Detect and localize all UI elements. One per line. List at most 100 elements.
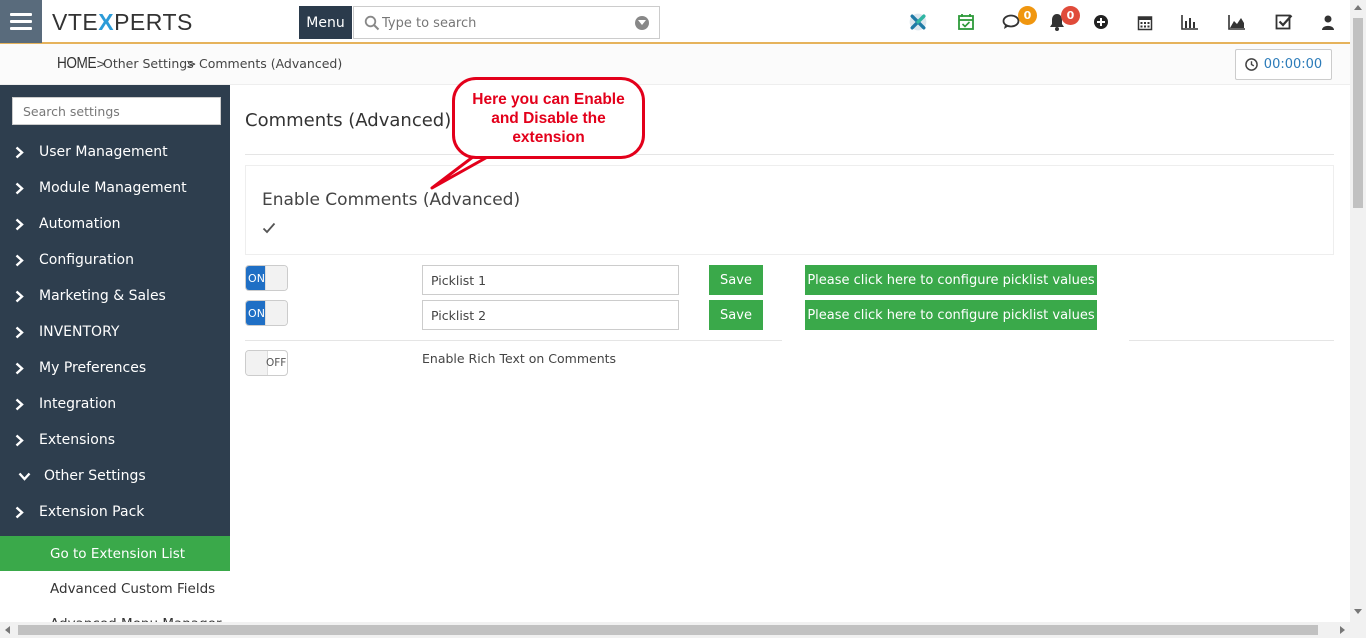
scroll-down-arrow-icon[interactable] [1354, 609, 1362, 614]
chevron-right-icon [0, 218, 38, 231]
chevron-right-icon [0, 506, 38, 519]
divider [245, 340, 782, 341]
sidebar-item-user-management[interactable]: User Management [0, 134, 230, 170]
toggle-on-label: ON [246, 266, 267, 290]
annotation-callout: Here you can Enable and Disable the exte… [452, 77, 645, 159]
chevron-down-icon [0, 472, 43, 481]
chevron-right-icon [0, 290, 38, 303]
picklist-1-input[interactable] [422, 265, 679, 295]
settings-sidebar: User Management Module Management Automa… [0, 85, 230, 623]
chat-count-badge: 0 [1018, 6, 1037, 25]
callout-line: Here you can Enable [472, 91, 625, 108]
breadcrumb-home[interactable]: HOME [57, 55, 97, 73]
sidebar-item-label: My Preferences [39, 360, 147, 376]
sidebar-item-label: Integration [39, 396, 117, 412]
vertical-scrollbar[interactable] [1350, 0, 1366, 622]
sidebar-item-extensions[interactable]: Extensions [0, 422, 230, 458]
divider [1129, 340, 1334, 341]
toggle-knob [265, 266, 287, 290]
main-content: Comments (Advanced) Enable Comments (Adv… [230, 85, 1350, 623]
sidebar-item-label: Extensions [39, 432, 116, 448]
save-button[interactable]: Save [709, 300, 763, 330]
sidebar-item-automation[interactable]: Automation [0, 206, 230, 242]
sidebar-item-marketing-sales[interactable]: Marketing & Sales [0, 278, 230, 314]
callout-line: extension [512, 129, 585, 146]
sidebar-item-integration[interactable]: Integration [0, 386, 230, 422]
picklist-2-toggle[interactable]: ON [245, 300, 288, 326]
area-chart-icon[interactable] [1227, 12, 1247, 32]
sidebar-item-label: Other Settings [44, 468, 146, 484]
chevron-right-icon [0, 434, 38, 447]
timer-button[interactable]: 00:00:00 [1235, 49, 1332, 80]
callout-line: and Disable the [491, 110, 606, 127]
chevron-right-icon [0, 326, 38, 339]
toggle-knob [265, 301, 287, 325]
breadcrumb-current: Comments (Advanced) [199, 56, 343, 71]
sidebar-item-extension-pack[interactable]: Extension Pack [0, 494, 230, 530]
sidebar-item-other-settings[interactable]: Other Settings [0, 458, 230, 494]
vtexperts-logo[interactable]: VTEXPERTS [52, 9, 193, 36]
rich-text-label: Enable Rich Text on Comments [422, 351, 617, 366]
picklist-2-input[interactable] [422, 300, 679, 330]
sidebar-item-inventory[interactable]: INVENTORY [0, 314, 230, 350]
divider [245, 154, 1334, 155]
breadcrumb-other-settings[interactable]: Other Settings [103, 56, 194, 71]
sidebar-item-label: Extension Pack [39, 504, 145, 520]
search-input[interactable] [382, 13, 622, 33]
menu-button[interactable]: Menu [299, 6, 352, 39]
horizontal-scrollbar[interactable] [0, 622, 1366, 638]
sidebar-item-label: Automation [39, 216, 121, 232]
toggle-knob [246, 351, 268, 375]
sidebar-item-label: Configuration [39, 252, 134, 268]
configure-picklist-button[interactable]: Please click here to configure picklist … [805, 300, 1097, 330]
scroll-up-arrow-icon[interactable] [1354, 5, 1362, 10]
sidebar-item-configuration[interactable]: Configuration [0, 242, 230, 278]
search-settings-input[interactable] [13, 98, 220, 124]
user-profile-icon[interactable] [1318, 12, 1338, 32]
save-button[interactable]: Save [709, 265, 763, 295]
sidebar-item-label: User Management [39, 144, 168, 160]
sidebar-item-module-management[interactable]: Module Management [0, 170, 230, 206]
top-bar: VTEXPERTS Menu 0 0 [0, 0, 1350, 44]
scroll-right-arrow-icon[interactable] [1340, 626, 1345, 634]
sidebar-item-my-preferences[interactable]: My Preferences [0, 350, 230, 386]
scrollbar-thumb[interactable] [1353, 18, 1363, 208]
hamburger-menu-icon[interactable] [0, 0, 42, 43]
vtiger-x-icon[interactable] [908, 12, 928, 32]
clock-icon [1244, 58, 1258, 71]
sidebar-subitem-advanced-menu-manager[interactable]: Advanced Menu Manager [0, 606, 230, 623]
global-search [353, 6, 660, 39]
picklist-1-toggle[interactable]: ON [245, 265, 288, 291]
toggle-off-label: OFF [266, 357, 287, 369]
chevron-right-icon [0, 362, 38, 375]
chevron-right-icon [0, 146, 38, 159]
tasks-checkbox-icon[interactable] [1274, 12, 1294, 32]
enable-panel: Enable Comments (Advanced) [245, 165, 1334, 255]
toggle-on-label: ON [246, 301, 267, 325]
search-dropdown-icon[interactable] [635, 16, 649, 30]
page-title: Comments (Advanced) [245, 110, 452, 131]
enable-checkbox-checkmark-icon[interactable] [262, 221, 276, 235]
sidebar-item-label: Module Management [39, 180, 187, 196]
calendar-icon[interactable] [1135, 12, 1155, 32]
search-icon [364, 15, 380, 31]
add-icon[interactable] [1091, 12, 1111, 32]
chevron-right-icon [0, 182, 38, 195]
timer-value: 00:00:00 [1263, 57, 1323, 72]
calendar-check-icon[interactable] [956, 12, 976, 32]
configure-picklist-button[interactable]: Please click here to configure picklist … [805, 265, 1097, 295]
reports-bar-chart-icon[interactable] [1180, 12, 1200, 32]
sidebar-item-label: Marketing & Sales [39, 288, 166, 304]
chevron-right-icon [0, 254, 38, 267]
scrollbar-thumb[interactable] [18, 625, 1318, 635]
sidebar-subitem-advanced-custom-fields[interactable]: Advanced Custom Fields [0, 571, 230, 606]
breadcrumb: HOME > Other Settings > Comments (Advanc… [0, 44, 1350, 85]
notification-count-badge: 0 [1061, 6, 1080, 25]
sidebar-search [12, 97, 221, 125]
sidebar-item-label: INVENTORY [39, 324, 120, 340]
breadcrumb-separator: > [186, 56, 197, 71]
scroll-left-arrow-icon[interactable] [5, 626, 10, 634]
sidebar-subitem-go-to-extension-list[interactable]: Go to Extension List [0, 536, 230, 571]
rich-text-toggle[interactable]: OFF [245, 350, 288, 376]
chevron-right-icon [0, 398, 38, 411]
